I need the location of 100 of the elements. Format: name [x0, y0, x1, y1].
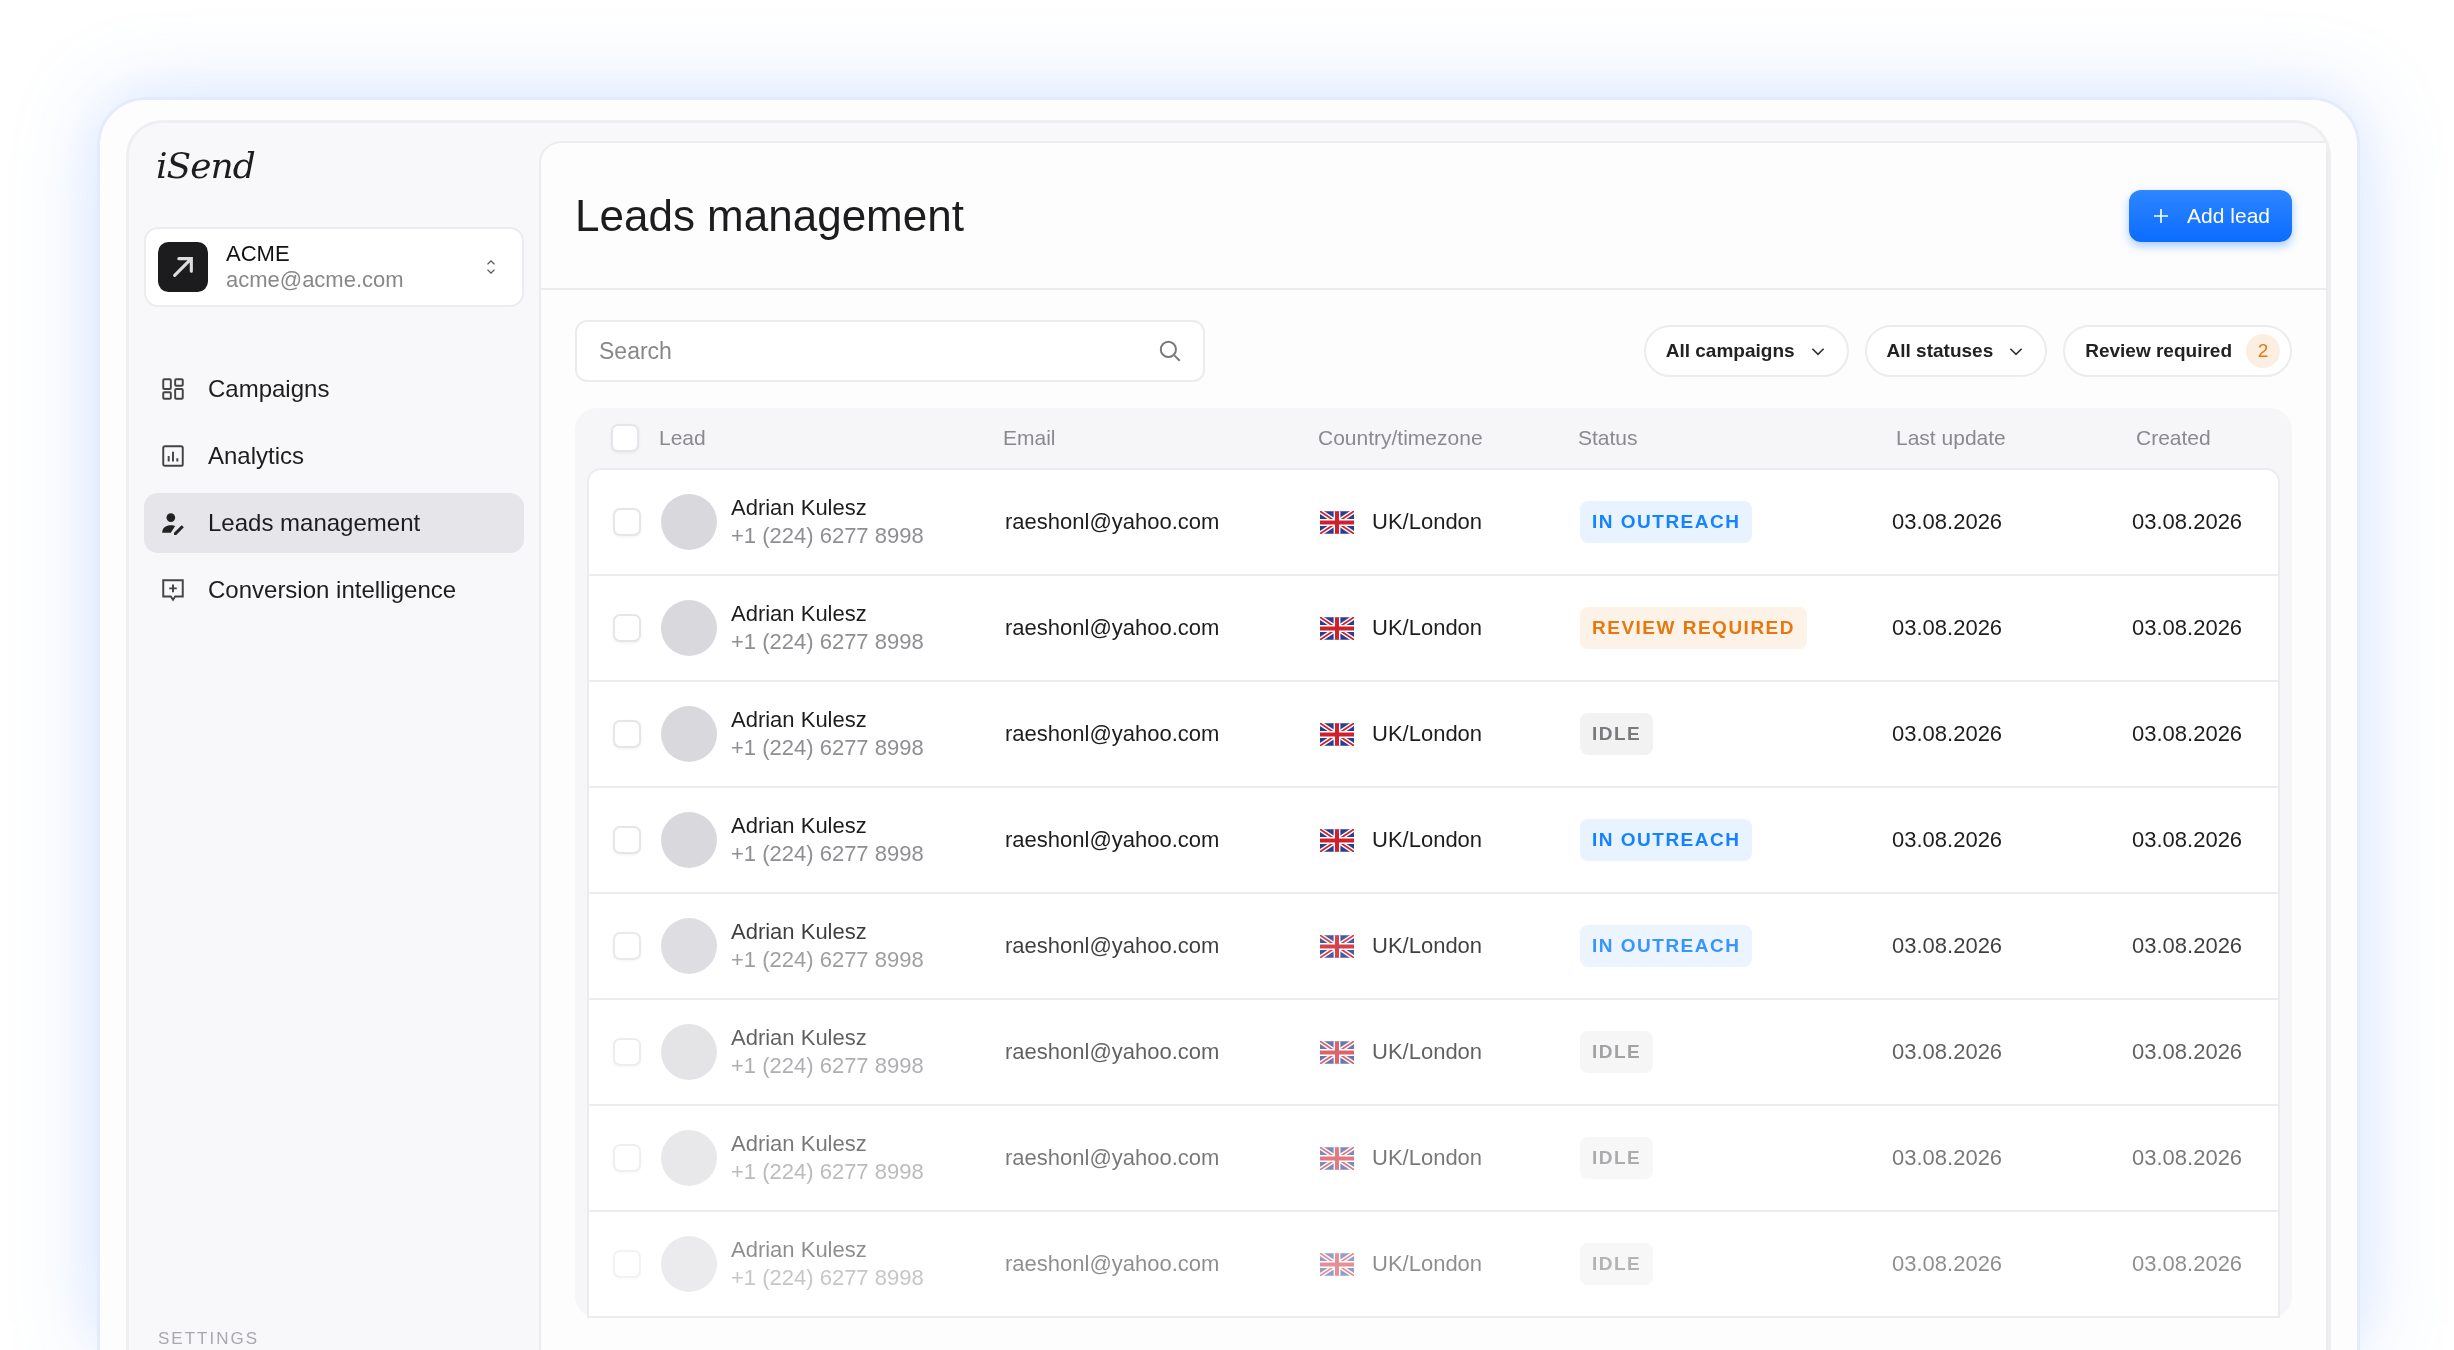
column-header: Last update — [1895, 426, 2007, 450]
page-title: Leads management — [575, 190, 964, 241]
email-cell-text: raeshonl@yahoo.com — [1005, 933, 1221, 959]
select-all-checkbox[interactable] — [611, 424, 639, 452]
date-cell-text: 03.08.2026 — [1891, 827, 2004, 853]
status-label: IN OUTREACH — [1580, 501, 1753, 543]
timezone-cell: UK/London — [1372, 1039, 1483, 1065]
flag-icon — [1320, 1252, 1354, 1276]
status-label: IDLE — [1580, 1137, 1654, 1179]
email-cell-text: raeshonl@yahoo.com — [1005, 1251, 1221, 1277]
date-cell-text: 03.08.2026 — [2131, 1145, 2244, 1171]
column-header: Lead — [659, 426, 707, 450]
email-cell-text: raeshonl@yahoo.com — [1005, 1039, 1221, 1065]
date-cell-text: 03.08.2026 — [1891, 615, 2004, 641]
date-cell-text: 03.08.2026 — [2131, 1039, 2244, 1065]
filter-dropdown[interactable]: All campaigns — [1643, 325, 1849, 377]
row-checkbox[interactable] — [613, 508, 641, 536]
date-cell-text: 03.08.2026 — [1891, 1145, 2004, 1171]
account-switcher[interactable]: ACME acme@acme.com — [144, 227, 524, 307]
timezone-cell: UK/London — [1372, 615, 1483, 641]
date-cell-text: 03.08.2026 — [2131, 509, 2244, 535]
date-cell-text: 03.08.2026 — [2131, 615, 2244, 641]
lead-name: Adrian Kulesz — [731, 601, 868, 627]
status-label: REVIEW REQUIRED — [1580, 607, 1808, 649]
filter-dropdown[interactable]: All statuses — [1864, 325, 2048, 377]
email-cell-text: raeshonl@yahoo.com — [1005, 827, 1221, 853]
add-message-icon — [160, 577, 186, 603]
lead-name: Adrian Kulesz — [731, 919, 868, 945]
account-email: acme@acme.com — [226, 267, 405, 293]
lead-name: Adrian Kulesz — [731, 1131, 868, 1157]
row-checkbox[interactable] — [613, 614, 641, 642]
date-cell-text: 03.08.2026 — [2131, 827, 2244, 853]
email-cell-text: raeshonl@yahoo.com — [1005, 721, 1221, 747]
email-cell-text: raeshonl@yahoo.com — [1005, 615, 1221, 641]
lead-phone: +1 (224) 6277 8998 — [731, 523, 924, 549]
lead-phone: +1 (224) 6277 8998 — [731, 1159, 924, 1185]
date-cell-text: 03.08.2026 — [1891, 1251, 2004, 1277]
status-label: IDLE — [1580, 713, 1654, 755]
lead-phone: +1 (224) 6277 8998 — [731, 1265, 924, 1291]
lead-name: Adrian Kulesz — [731, 495, 868, 521]
lead-phone: +1 (224) 6277 8998 — [731, 1053, 924, 1079]
flag-icon — [1320, 934, 1354, 958]
date-cell-text: 03.08.2026 — [1891, 721, 2004, 747]
add-lead-button[interactable]: Add lead — [2129, 189, 2292, 242]
bar-chart-icon — [160, 443, 186, 469]
user-edit-icon — [160, 510, 186, 536]
search-field[interactable]: Search — [575, 320, 1205, 382]
avatar-icon — [661, 1024, 717, 1080]
grid-icon — [160, 376, 186, 402]
column-header: Status — [1578, 426, 1639, 450]
lead-name: Adrian Kulesz — [731, 1237, 868, 1263]
section-label: SETTINGS — [157, 1329, 260, 1350]
timezone-cell: UK/London — [1372, 1251, 1483, 1277]
lead-name: Adrian Kulesz — [731, 707, 868, 733]
status-label: IN OUTREACH — [1580, 925, 1753, 967]
lead-phone: +1 (224) 6277 8998 — [731, 841, 924, 867]
lead-phone: +1 (224) 6277 8998 — [731, 947, 924, 973]
date-cell-text: 03.08.2026 — [1891, 509, 2004, 535]
status-label: IDLE — [1580, 1031, 1654, 1073]
timezone-cell: UK/London — [1372, 827, 1483, 853]
flag-icon — [1320, 1146, 1354, 1170]
account-name: ACME — [226, 241, 291, 267]
date-cell-text: 03.08.2026 — [1891, 933, 2004, 959]
timezone-cell: UK/London — [1372, 509, 1483, 535]
avatar-icon — [661, 494, 717, 550]
date-cell-text: 03.08.2026 — [1891, 1039, 2004, 1065]
column-header: Created — [2135, 426, 2212, 450]
flag-icon — [1320, 722, 1354, 746]
lead-phone: +1 (224) 6277 8998 — [731, 735, 924, 761]
status-label: IN OUTREACH — [1580, 819, 1753, 861]
lead-phone: +1 (224) 6277 8998 — [731, 629, 924, 655]
email-cell-text: raeshonl@yahoo.com — [1005, 509, 1221, 535]
avatar-icon — [661, 812, 717, 868]
timezone-cell: UK/London — [1372, 933, 1483, 959]
date-cell-text: 03.08.2026 — [2131, 721, 2244, 747]
nav-item[interactable]: Conversion intelligence — [144, 560, 524, 620]
status-label: IDLE — [1580, 1243, 1654, 1285]
count-badge: 2 — [2246, 334, 2280, 368]
lead-name: Adrian Kulesz — [731, 1025, 868, 1051]
email-cell-text: raeshonl@yahoo.com — [1005, 1145, 1221, 1171]
date-cell-text: 03.08.2026 — [2131, 1251, 2244, 1277]
nav-item[interactable]: Leads management — [144, 493, 524, 553]
date-cell-text: 03.08.2026 — [2131, 933, 2244, 959]
nav-item[interactable]: Analytics — [144, 426, 524, 486]
avatar-icon — [661, 706, 717, 762]
row-checkbox[interactable] — [613, 826, 641, 854]
avatar-icon — [661, 918, 717, 974]
search-icon — [1157, 338, 1183, 364]
row-checkbox[interactable] — [613, 720, 641, 748]
column-header: Country/timezone — [1318, 426, 1484, 450]
timezone-cell: UK/London — [1372, 1145, 1483, 1171]
flag-icon — [1320, 1040, 1354, 1064]
nav-item[interactable]: Campaigns — [144, 359, 524, 419]
app-logo: iSend — [155, 145, 256, 188]
flag-icon — [1320, 828, 1354, 852]
flag-icon — [1320, 510, 1354, 534]
filter-dropdown[interactable]: Review required 2 — [2063, 325, 2292, 377]
avatar-icon — [661, 1130, 717, 1186]
column-header: Email — [1003, 426, 1057, 450]
avatar-icon — [661, 600, 717, 656]
